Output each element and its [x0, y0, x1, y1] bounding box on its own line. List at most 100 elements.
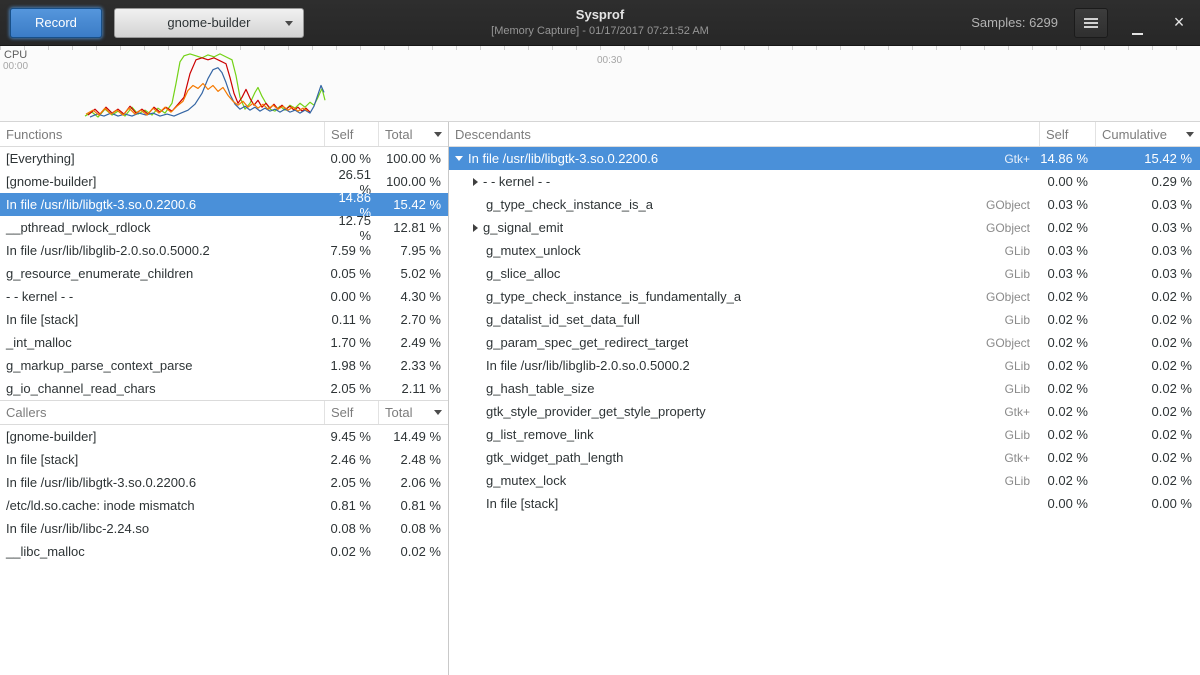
descendant-row[interactable]: g_type_check_instance_is_aGObject0.03 %0… [449, 193, 1200, 216]
function-row-name: g_resource_enumerate_children [0, 266, 325, 281]
descendant-row[interactable]: g_hash_table_sizeGLib0.02 %0.02 % [449, 377, 1200, 400]
function-row[interactable]: g_markup_parse_context_parse1.98 %2.33 % [0, 354, 448, 377]
function-row[interactable]: In file /usr/lib/libglib-2.0.so.0.5000.2… [0, 239, 448, 262]
main-content: Functions Self Total [Everything]0.00 %1… [0, 122, 1200, 675]
function-row[interactable]: __pthread_rwlock_rdlock12.75 %12.81 % [0, 216, 448, 239]
function-row[interactable]: In file /usr/lib/libgtk-3.so.0.2200.614.… [0, 193, 448, 216]
caller-row-name: /etc/ld.so.cache: inode mismatch [0, 498, 325, 513]
total-percent: 5.02 % [379, 266, 448, 281]
expander-right-icon[interactable] [473, 178, 478, 186]
library-badge: GObject [986, 336, 1040, 350]
descendant-row[interactable]: g_list_remove_linkGLib0.02 %0.02 % [449, 423, 1200, 446]
cumulative-percent: 0.02 % [1096, 358, 1200, 373]
descendant-name: g_mutex_unlock [486, 243, 581, 258]
column-header-total-label: Total [385, 405, 412, 420]
column-header-callers[interactable]: Callers [0, 401, 325, 424]
descendant-row[interactable]: gtk_widget_path_lengthGtk+0.02 %0.02 % [449, 446, 1200, 469]
expander-right-icon[interactable] [473, 224, 478, 232]
caller-row[interactable]: In file /usr/lib/libgtk-3.so.0.2200.62.0… [0, 471, 448, 494]
function-row[interactable]: g_io_channel_read_chars2.05 %2.11 % [0, 377, 448, 400]
self-percent: 0.02 % [325, 544, 379, 559]
descendant-name: g_mutex_lock [486, 473, 566, 488]
library-badge: GLib [1005, 428, 1040, 442]
descendant-row[interactable]: g_signal_emitGObject0.02 %0.03 % [449, 216, 1200, 239]
descendant-row[interactable]: g_param_spec_get_redirect_targetGObject0… [449, 331, 1200, 354]
self-percent: 1.70 % [325, 335, 379, 350]
column-header-self[interactable]: Self [325, 122, 379, 146]
function-row-name: [Everything] [0, 151, 325, 166]
caller-row[interactable]: [gnome-builder]9.45 %14.49 % [0, 425, 448, 448]
left-pane: Functions Self Total [Everything]0.00 %1… [0, 122, 449, 675]
cumulative-percent: 0.00 % [1096, 496, 1200, 511]
function-row[interactable]: In file [stack]0.11 %2.70 % [0, 308, 448, 331]
self-percent: 0.00 % [1040, 174, 1096, 189]
function-row[interactable]: [Everything]0.00 %100.00 % [0, 147, 448, 170]
column-header-total[interactable]: Total [379, 401, 448, 424]
minimize-icon [1132, 28, 1143, 35]
caller-row[interactable]: In file /usr/lib/libc-2.24.so0.08 %0.08 … [0, 517, 448, 540]
cpu-graph[interactable]: CPU 00:00 00:30 [0, 46, 1200, 122]
function-row[interactable]: _int_malloc1.70 %2.49 % [0, 331, 448, 354]
library-badge: GLib [1005, 313, 1040, 327]
record-button[interactable]: Record [10, 8, 102, 38]
minimize-button[interactable] [1124, 10, 1150, 36]
caller-row[interactable]: In file [stack]2.46 %2.48 % [0, 448, 448, 471]
descendant-name-cell: g_type_check_instance_is_fundamentally_a… [449, 289, 1040, 304]
descendant-row[interactable]: In file /usr/lib/libglib-2.0.so.0.5000.2… [449, 354, 1200, 377]
expander-down-icon[interactable] [455, 156, 463, 161]
descendant-row[interactable]: g_mutex_lockGLib0.02 %0.02 % [449, 469, 1200, 492]
self-percent: 0.02 % [1040, 473, 1096, 488]
function-row[interactable]: [gnome-builder]26.51 %100.00 % [0, 170, 448, 193]
descendant-row[interactable]: In file [stack]0.00 %0.00 % [449, 492, 1200, 515]
column-header-cumulative[interactable]: Cumulative [1096, 122, 1200, 146]
descendant-row[interactable]: gtk_style_provider_get_style_propertyGtk… [449, 400, 1200, 423]
column-header-descendants[interactable]: Descendants [449, 122, 1040, 146]
descendant-row[interactable]: g_slice_allocGLib0.03 %0.03 % [449, 262, 1200, 285]
total-percent: 2.49 % [379, 335, 448, 350]
close-icon: × [1174, 13, 1185, 31]
self-percent: 0.00 % [1040, 496, 1096, 511]
descendant-name: g_type_check_instance_is_fundamentally_a [486, 289, 741, 304]
target-selector-button[interactable]: gnome-builder [114, 8, 304, 38]
samples-count: Samples: 6299 [971, 15, 1058, 30]
menu-button[interactable] [1074, 8, 1108, 38]
column-header-self[interactable]: Self [1040, 122, 1096, 146]
descendant-name-cell: In file /usr/lib/libglib-2.0.so.0.5000.2… [449, 358, 1040, 373]
descendant-name: g_signal_emit [483, 220, 563, 235]
column-header-total[interactable]: Total [379, 122, 448, 146]
total-percent: 7.95 % [379, 243, 448, 258]
descendant-name: g_hash_table_size [486, 381, 594, 396]
self-percent: 2.46 % [325, 452, 379, 467]
self-percent: 1.98 % [325, 358, 379, 373]
self-percent: 0.05 % [325, 266, 379, 281]
self-percent: 0.11 % [325, 312, 379, 327]
caller-row[interactable]: /etc/ld.so.cache: inode mismatch0.81 %0.… [0, 494, 448, 517]
descendants-table-header: Descendants Self Cumulative [449, 122, 1200, 147]
column-header-self[interactable]: Self [325, 401, 379, 424]
descendant-name-cell: g_datalist_id_set_data_fullGLib [449, 312, 1040, 327]
function-row-name: __pthread_rwlock_rdlock [0, 220, 325, 235]
descendant-name-cell: g_hash_table_sizeGLib [449, 381, 1040, 396]
function-row[interactable]: g_resource_enumerate_children0.05 %5.02 … [0, 262, 448, 285]
self-percent: 0.00 % [325, 289, 379, 304]
function-row-name: In file /usr/lib/libgtk-3.so.0.2200.6 [0, 197, 325, 212]
descendant-row[interactable]: g_mutex_unlockGLib0.03 %0.03 % [449, 239, 1200, 262]
total-percent: 0.02 % [379, 544, 448, 559]
function-row-name: In file /usr/lib/libglib-2.0.so.0.5000.2 [0, 243, 325, 258]
descendant-row[interactable]: In file /usr/lib/libgtk-3.so.0.2200.6Gtk… [449, 147, 1200, 170]
descendant-name-cell: g_param_spec_get_redirect_targetGObject [449, 335, 1040, 350]
descendant-row[interactable]: - - kernel - -0.00 %0.29 % [449, 170, 1200, 193]
library-badge: GLib [1005, 267, 1040, 281]
column-header-functions[interactable]: Functions [0, 122, 325, 146]
descendant-name: gtk_style_provider_get_style_property [486, 404, 706, 419]
descendant-row[interactable]: g_datalist_id_set_data_fullGLib0.02 %0.0… [449, 308, 1200, 331]
descendant-row[interactable]: g_type_check_instance_is_fundamentally_a… [449, 285, 1200, 308]
total-percent: 2.11 % [379, 381, 448, 396]
function-row[interactable]: - - kernel - -0.00 %4.30 % [0, 285, 448, 308]
descendant-name-cell: g_list_remove_linkGLib [449, 427, 1040, 442]
caller-row[interactable]: __libc_malloc0.02 %0.02 % [0, 540, 448, 563]
descendant-name-cell: g_mutex_unlockGLib [449, 243, 1040, 258]
column-header-cumulative-label: Cumulative [1102, 127, 1167, 142]
cumulative-percent: 0.02 % [1096, 404, 1200, 419]
close-button[interactable]: × [1166, 10, 1192, 36]
